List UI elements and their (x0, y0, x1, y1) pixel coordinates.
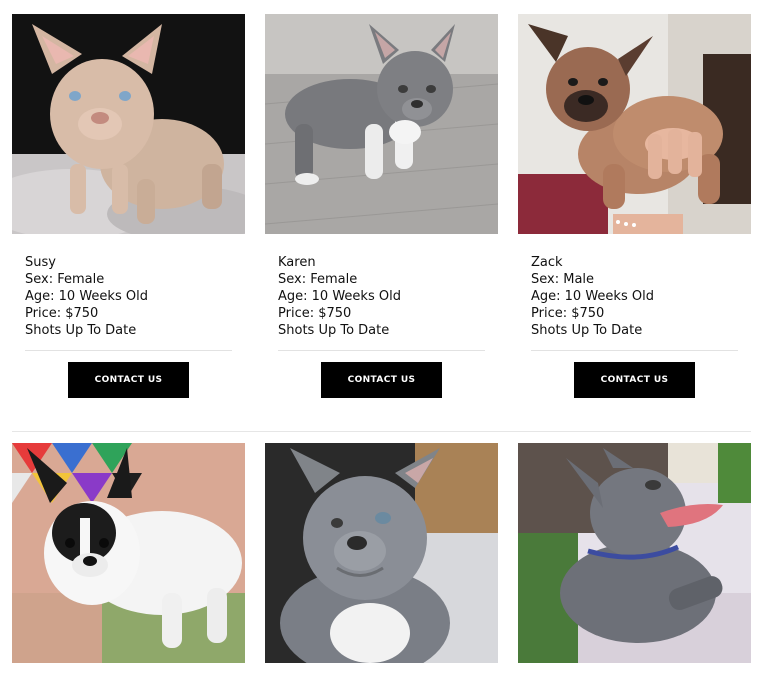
card-divider (278, 350, 485, 351)
puppy-name: Zack (531, 255, 563, 270)
puppy-info-susy: Susy Sex: Female Age: 10 Weeks Old Price… (12, 234, 245, 339)
puppy-card-karen: Karen Sex: Female Age: 10 Weeks Old Pric… (265, 14, 498, 398)
puppy-shots: Shots Up To Date (531, 323, 643, 338)
puppy-card-susy: Susy Sex: Female Age: 10 Weeks Old Price… (12, 14, 245, 398)
contact-us-button-susy[interactable]: CONTACT US (68, 362, 189, 398)
puppy-photo-susy[interactable] (12, 14, 245, 234)
puppy-card-4 (12, 443, 245, 663)
puppy-card-zack: Zack Sex: Male Age: 10 Weeks Old Price: … (518, 14, 751, 398)
puppy-photo-5[interactable] (265, 443, 498, 663)
puppy-photo-4[interactable] (12, 443, 245, 663)
card-divider (531, 350, 738, 351)
puppy-sex: Sex: Male (531, 272, 595, 287)
puppy-photo-susy-image (12, 14, 245, 234)
puppy-card-6 (518, 443, 751, 663)
puppy-photo-zack[interactable] (518, 14, 751, 234)
puppy-photo-6[interactable] (518, 443, 751, 663)
puppy-photo-karen-image (265, 14, 498, 234)
puppy-photo-zack-image (518, 14, 751, 234)
puppy-photo-karen[interactable] (265, 14, 498, 234)
puppy-shots: Shots Up To Date (25, 323, 137, 338)
row-divider (12, 431, 751, 432)
puppy-info-zack: Zack Sex: Male Age: 10 Weeks Old Price: … (518, 234, 751, 339)
puppy-card-5 (265, 443, 498, 663)
puppy-info-karen: Karen Sex: Female Age: 10 Weeks Old Pric… (265, 234, 498, 339)
contact-us-button-zack[interactable]: CONTACT US (574, 362, 695, 398)
puppy-price: Price: $750 (278, 306, 352, 321)
puppy-age: Age: 10 Weeks Old (25, 289, 148, 304)
puppy-name: Susy (25, 255, 56, 270)
contact-us-button-karen[interactable]: CONTACT US (321, 362, 442, 398)
puppy-sex: Sex: Female (25, 272, 105, 287)
puppy-photo-4-image (12, 443, 245, 663)
puppy-sex: Sex: Female (278, 272, 358, 287)
puppy-name: Karen (278, 255, 316, 270)
puppy-age: Age: 10 Weeks Old (531, 289, 654, 304)
puppy-price: Price: $750 (531, 306, 605, 321)
puppy-shots: Shots Up To Date (278, 323, 390, 338)
puppy-age: Age: 10 Weeks Old (278, 289, 401, 304)
card-divider (25, 350, 232, 351)
puppy-photo-6-image (518, 443, 751, 663)
puppy-photo-5-image (265, 443, 498, 663)
puppy-price: Price: $750 (25, 306, 99, 321)
